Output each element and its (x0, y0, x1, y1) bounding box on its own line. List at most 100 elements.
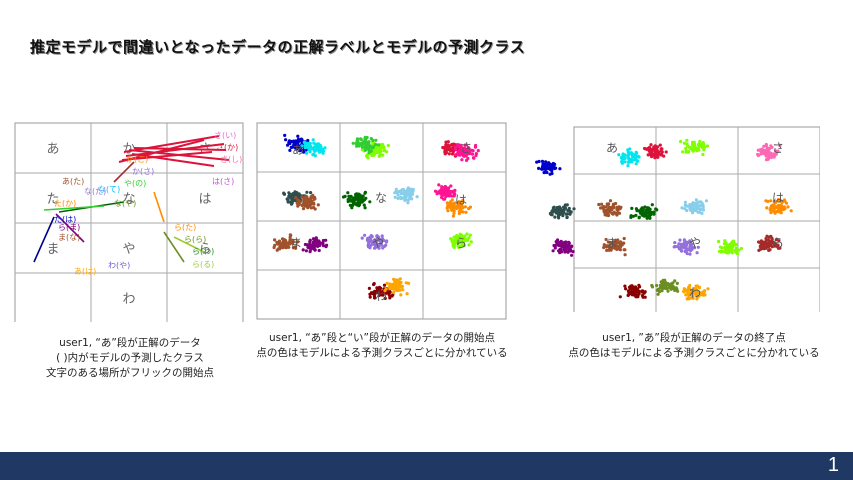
scatter-point (403, 198, 407, 202)
scatter-point (650, 210, 654, 214)
slide-title: 推定モデルで間違いとなったデータの正解ラベルとモデルの予測クラス (30, 38, 526, 56)
grid-kana-label: な (375, 191, 387, 205)
scatter-point (385, 281, 389, 285)
scatter-point (558, 167, 562, 171)
scatter-point (612, 206, 616, 210)
scatter-point (294, 196, 298, 200)
scatter-point (759, 148, 763, 152)
scatter-point (400, 188, 404, 192)
scatter-point (698, 204, 702, 208)
grid-kana-label: あ (292, 143, 304, 157)
scatter-point (301, 207, 306, 211)
scatter-point (447, 152, 451, 156)
scatter-point (363, 191, 367, 195)
prediction-annotation: た(は) (54, 215, 76, 224)
scatter-point (372, 282, 376, 287)
scatter-point (350, 206, 354, 210)
scatter-point (555, 241, 559, 246)
scatter-point (633, 285, 638, 289)
scatter-point (643, 295, 647, 299)
scatter-point (309, 191, 313, 195)
scatter-point (630, 284, 634, 288)
scatter-point (449, 143, 453, 147)
scatter-point (441, 193, 445, 197)
scatter-point (572, 207, 576, 211)
scatter-point (766, 199, 770, 203)
scatter-point (448, 205, 452, 209)
scatter-point (558, 247, 562, 251)
scatter-point (308, 150, 312, 154)
scatter-point (688, 252, 692, 256)
grid-kana-label: や (372, 236, 384, 250)
grid-kana-label: あ (606, 141, 618, 155)
grid-kana-label: や (122, 242, 135, 257)
scatter-point (558, 251, 562, 255)
scatter-point (456, 143, 460, 147)
scatter-point (627, 160, 631, 164)
scatter-point (377, 150, 381, 154)
scatter-point (404, 193, 408, 197)
scatter-point (547, 161, 551, 165)
scatter-point (272, 245, 276, 250)
scatter-point (281, 246, 285, 250)
scatter-point (732, 241, 736, 245)
scatter-point (311, 244, 315, 248)
scatter-point (557, 216, 561, 220)
scatter-point (567, 206, 571, 211)
scatter-point (460, 158, 464, 162)
scatter-point (623, 153, 627, 157)
scatter-point (442, 197, 446, 201)
scatter-point (374, 138, 378, 142)
scatter-point (305, 243, 310, 247)
scatter-point (702, 148, 706, 152)
scatter-point (295, 201, 299, 205)
scatter-point (393, 191, 397, 195)
misclassified-arrows-panel: あかさたなはまやらわさ(い) さ(か) さ(し) か(こ) か(さ) あ(た) な(た) な(… (14, 122, 246, 322)
scatter-point (563, 203, 567, 207)
scatter-point (446, 209, 450, 213)
scatter-point (346, 191, 350, 195)
scatter-point (343, 194, 347, 198)
scatter-point (600, 202, 604, 206)
scatter-point (622, 248, 626, 252)
scatter-point (687, 145, 691, 149)
scatter-point (296, 204, 300, 208)
scatter-point (285, 197, 289, 201)
scatter-point (634, 207, 638, 211)
scatter-point (293, 198, 297, 202)
scatter-point (608, 210, 612, 214)
scatter-point (451, 214, 455, 218)
scatter-point (349, 199, 353, 203)
scatter-point (368, 295, 372, 299)
scatter-point (684, 293, 688, 297)
scatter-point (313, 238, 317, 242)
grid-kana-label: あ (46, 142, 59, 157)
scatter-point (681, 150, 685, 154)
scatter-point (757, 240, 761, 244)
scatter-point (359, 137, 363, 141)
scatter-point (377, 143, 381, 147)
scatter-point (369, 291, 373, 295)
scatter-point (683, 200, 687, 204)
scatter-point (382, 283, 387, 287)
scatter-point (305, 195, 309, 199)
scatter-point (366, 236, 370, 240)
scatter-point (562, 207, 566, 211)
start-points-panel: あ さな はま や らわ (256, 122, 508, 322)
scatter-point (636, 154, 640, 158)
scatter-point (622, 236, 626, 241)
scatter-point (464, 210, 468, 214)
scatter-point (407, 193, 411, 197)
panel1-caption: user1, “あ”段が正解のデータ ( )内がモデルの予測したクラス 文字のあ… (10, 336, 250, 381)
scatter-point (366, 242, 371, 246)
scatter-point (313, 154, 317, 158)
scatter-point (681, 243, 685, 247)
panel2-caption-line: user1, “あ”段と“い”段が正解のデータの開始点 (268, 332, 496, 344)
scatter-point (620, 161, 624, 165)
scatter-point (349, 195, 353, 199)
scatter-point (649, 152, 653, 156)
scatter-point (652, 147, 656, 151)
scatter-point (717, 249, 722, 253)
scatter-point (570, 253, 574, 257)
scatter-point (616, 207, 620, 211)
